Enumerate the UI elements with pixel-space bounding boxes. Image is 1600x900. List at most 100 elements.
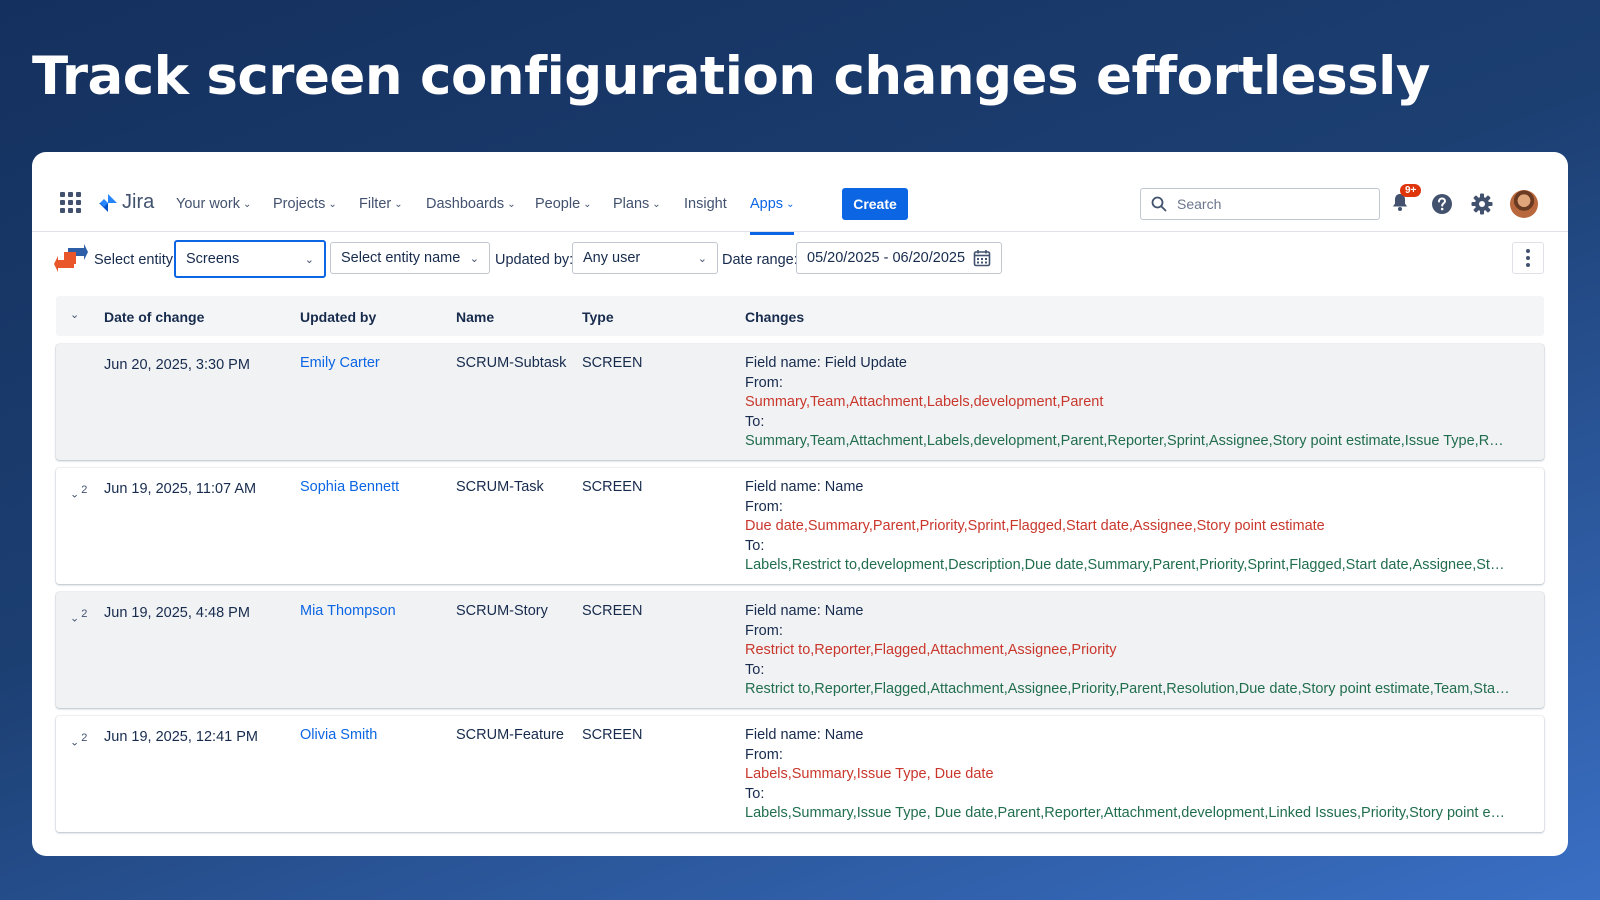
col-updated-by[interactable]: Updated by [300, 309, 376, 325]
row-expand-chevron[interactable]: ⌄ 2 [70, 608, 87, 625]
row-user-link[interactable]: Emily Carter [300, 355, 380, 371]
create-button[interactable]: Create [842, 188, 908, 220]
row-name: SCRUM-Story [456, 603, 548, 619]
row-changes: Field name: Field Update From: Summary,T… [745, 354, 1511, 452]
search-box[interactable] [1140, 188, 1380, 220]
row-name: SCRUM-Task [456, 479, 544, 495]
change-to-label: To: [745, 537, 765, 554]
change-field: Field name: Name [745, 727, 864, 743]
gear-icon [1471, 193, 1493, 215]
app-switcher-icon[interactable] [60, 192, 82, 214]
col-name[interactable]: Name [456, 309, 494, 325]
row-user-link[interactable]: Olivia Smith [300, 727, 377, 743]
change-field: Field name: Name [745, 603, 864, 619]
row-name: SCRUM-Feature [456, 727, 564, 743]
date-range-label: Date range: [722, 252, 798, 268]
chevron-down-icon: ⌄ [583, 198, 592, 210]
chevron-down-icon: ⌄ [652, 198, 661, 210]
nav-your-work[interactable]: Your work ⌄ [176, 192, 251, 216]
history-count: 2 [81, 608, 88, 620]
nav-label: Insight [684, 196, 727, 212]
nav-dashboards[interactable]: Dashboards ⌄ [426, 192, 516, 216]
row-type: SCREEN [582, 727, 643, 743]
nav-label: Your work [176, 196, 240, 212]
chevron-down-icon: ⌄ [242, 198, 252, 210]
chevron-down-icon: ⌄ [786, 198, 795, 210]
nav-projects[interactable]: Projects ⌄ [273, 192, 337, 216]
entity-select[interactable]: Screens ⌄ [174, 240, 326, 278]
row-type: SCREEN [582, 479, 643, 495]
history-count: 2 [81, 484, 88, 496]
row-date: Jun 19, 2025, 11:07 AM [104, 481, 257, 497]
calendar-icon [973, 250, 991, 267]
change-from-value: Restrict to,Reporter,Flagged,Attachment,… [745, 642, 1117, 658]
change-to-value: Restrict to,Reporter,Flagged,Attachment,… [745, 681, 1511, 697]
nav-label: People [535, 196, 581, 212]
row-expand-chevron [70, 360, 72, 377]
row-expand-chevron[interactable]: ⌄ 2 [70, 484, 87, 501]
chevron-down-icon: ⌄ [304, 253, 314, 266]
row-date: Jun 19, 2025, 12:41 PM [104, 729, 258, 745]
notification-badge: 9+ [1400, 184, 1422, 197]
nav-insight[interactable]: Insight [684, 192, 727, 216]
change-to-label: To: [745, 661, 765, 678]
table-row: ⌄ 2 Jun 19, 2025, 4:48 PM Mia Thompson SC… [56, 592, 1544, 708]
col-date-of-change[interactable]: Date of change [104, 309, 204, 325]
page-headline: Track screen configuration changes effor… [32, 46, 1430, 107]
chevron-down-icon: ⌄ [328, 198, 337, 210]
change-from-value: Due date,Summary,Parent,Priority,Sprint,… [745, 518, 1325, 534]
notifications-button[interactable]: 9+ [1390, 184, 1422, 216]
nav-people[interactable]: People ⌄ [535, 192, 592, 216]
row-type: SCREEN [582, 603, 643, 619]
updated-by-select[interactable]: Any user ⌄ [572, 242, 718, 274]
top-navigation: Jira Your work ⌄ Projects ⌄ Filter ⌄ Dashbo… [32, 152, 1568, 235]
row-name: SCRUM-Subtask [456, 355, 567, 371]
nav-filter[interactable]: Filter ⌄ [359, 192, 403, 216]
audit-app-logo-icon [54, 244, 88, 272]
nav-plans[interactable]: Plans ⌄ [613, 192, 661, 216]
row-user-link[interactable]: Mia Thompson [300, 603, 396, 619]
chevron-down-icon: ⌄ [697, 252, 707, 265]
col-type[interactable]: Type [582, 309, 614, 325]
date-range-value: 05/20/2025 - 06/20/2025 [807, 250, 966, 266]
entity-name-select[interactable]: Select entity name ⌄ [330, 242, 490, 274]
user-avatar[interactable] [1510, 190, 1538, 218]
chevron-down-icon: ⌄ [469, 252, 479, 265]
table-row: ⌄ 2 Jun 19, 2025, 11:07 AM Sophia Bennett… [56, 468, 1544, 584]
change-from-value: Labels,Summary,Issue Type, Due date [745, 766, 994, 782]
table-row: ⌄ 2 Jun 19, 2025, 12:41 PM Olivia Smith S… [56, 716, 1544, 832]
select-entity-label: Select entity: [94, 252, 178, 268]
change-to-value: Summary,Team,Attachment,Labels,developme… [745, 433, 1511, 449]
more-dots-icon [1526, 249, 1530, 253]
updated-by-label: Updated by: [495, 252, 574, 268]
search-icon [1151, 196, 1167, 212]
change-from-label: From: [745, 746, 783, 763]
table-row: Jun 20, 2025, 3:30 PM Emily Carter SCRUM… [56, 344, 1544, 460]
entity-name-placeholder: Select entity name [341, 250, 461, 266]
history-count: 2 [81, 732, 88, 744]
nav-apps[interactable]: Apps ⌄ [750, 192, 795, 235]
col-changes[interactable]: Changes [745, 309, 804, 325]
updated-by-value: Any user [583, 250, 641, 266]
search-input[interactable] [1177, 196, 1357, 212]
nav-label: Plans [613, 196, 650, 212]
logo-text: Jira [122, 191, 155, 213]
row-user-link[interactable]: Sophia Bennett [300, 479, 399, 495]
nav-label: Projects [273, 196, 326, 212]
change-field: Field name: Field Update [745, 355, 907, 371]
date-range-picker[interactable]: 05/20/2025 - 06/20/2025 [796, 242, 1002, 274]
row-changes: Field name: Name From: Labels,Summary,Is… [745, 726, 1511, 824]
row-date: Jun 19, 2025, 4:48 PM [104, 605, 250, 621]
help-button[interactable] [1430, 192, 1454, 216]
change-to-value: Labels,Restrict to,development,Descripti… [745, 557, 1511, 573]
row-expand-chevron[interactable]: ⌄ 2 [70, 732, 87, 749]
jira-app-window: Jira Your work ⌄ Projects ⌄ Filter ⌄ Dashbo… [32, 152, 1568, 856]
change-from-label: From: [745, 622, 783, 639]
collapse-all-chevron-icon[interactable]: ⌄ [70, 308, 79, 321]
chevron-down-icon: ⌄ [507, 198, 516, 210]
jira-logo[interactable]: Jira [98, 191, 154, 214]
change-from-label: From: [745, 374, 783, 391]
settings-button[interactable] [1470, 192, 1494, 216]
row-type: SCREEN [582, 355, 643, 371]
more-options-button[interactable] [1512, 242, 1544, 274]
